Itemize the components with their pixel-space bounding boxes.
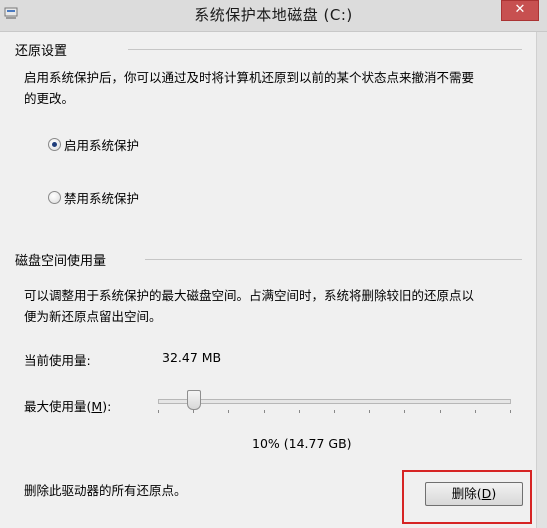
delete-accelerator-key: D <box>481 486 492 501</box>
enable-protection-radio[interactable] <box>48 138 61 151</box>
window-title: 系统保护本地磁盘 (C:) <box>194 6 353 24</box>
slider-tick <box>158 410 159 413</box>
slider-tick <box>263 410 265 413</box>
slider-tick <box>193 410 195 413</box>
delete-button[interactable]: 删除(D) <box>425 482 523 506</box>
slider-tick <box>474 410 476 413</box>
max-usage-label-suffix: ): <box>102 399 112 414</box>
max-usage-slider-thumb[interactable] <box>187 390 202 410</box>
title-bar: 系统保护本地磁盘 (C:) ✕ <box>0 0 547 32</box>
disable-protection-radio[interactable] <box>48 191 61 204</box>
slider-tick <box>334 410 335 413</box>
radio-selected-dot <box>52 142 57 147</box>
current-usage-value: 32.47 MB <box>162 350 222 365</box>
slider-tick <box>439 410 441 413</box>
disk-usage-description: 可以调整用于系统保护的最大磁盘空间。占满空间时，系统将删除较旧的还原点以 便为新… <box>24 285 519 327</box>
slider-tick <box>369 410 371 413</box>
window-edge <box>536 32 547 528</box>
delete-button-suffix: ) <box>491 486 497 501</box>
disk-usage-description-line1: 可以调整用于系统保护的最大磁盘空间。占满空间时，系统将删除较旧的还原点以 <box>24 288 475 303</box>
slider-tick <box>404 410 406 413</box>
delete-button-prefix: 删除( <box>451 486 482 501</box>
max-usage-accelerator-key: M <box>91 399 103 414</box>
close-icon: ✕ <box>514 2 526 17</box>
max-usage-label-prefix: 最大使用量( <box>24 399 92 414</box>
slider-tick <box>228 410 230 413</box>
enable-protection-label[interactable]: 启用系统保护 <box>64 135 139 154</box>
disk-usage-heading: 磁盘空间使用量 <box>15 254 107 269</box>
restore-description: 启用系统保护后，你可以通过及时将计算机还原到以前的某个状态点来撤消不需要 的更改… <box>24 67 519 109</box>
close-button[interactable]: ✕ <box>501 0 539 21</box>
slider-ticks <box>158 410 511 414</box>
max-usage-slider-track[interactable] <box>158 399 511 404</box>
slider-tick <box>510 410 511 413</box>
max-usage-label: 最大使用量(M): <box>24 396 111 415</box>
delete-restore-points-description: 删除此驱动器的所有还原点。 <box>24 483 187 498</box>
restore-description-line1: 启用系统保护后，你可以通过及时将计算机还原到以前的某个状态点来撤消不需要 <box>24 70 475 85</box>
disk-usage-description-line2: 便为新还原点留出空间。 <box>24 309 162 324</box>
slider-tick <box>298 410 300 413</box>
max-usage-value: 10% (14.77 GB) <box>252 436 352 451</box>
section-divider <box>145 259 522 260</box>
current-usage-label: 当前使用量: <box>24 353 91 368</box>
restore-settings-heading: 还原设置 <box>15 44 68 59</box>
section-divider <box>128 49 522 50</box>
disable-protection-label[interactable]: 禁用系统保护 <box>64 188 139 207</box>
restore-description-line2: 的更改。 <box>24 91 75 106</box>
